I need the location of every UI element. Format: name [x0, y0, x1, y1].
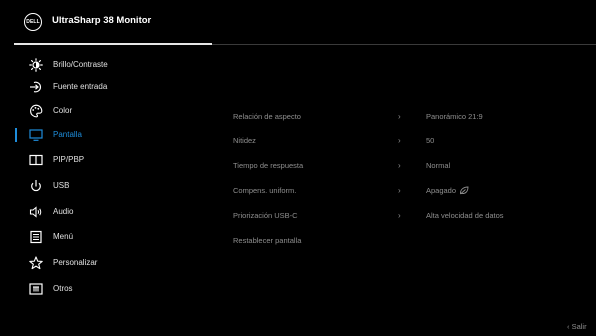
menu-item-label: USB [53, 181, 70, 190]
setting-relacion-aspecto[interactable]: Relación de aspecto › Panorámico 21:9 [220, 104, 596, 129]
setting-restablecer-pantalla[interactable]: Restablecer pantalla [220, 228, 596, 253]
menu-item-audio[interactable]: Audio [0, 199, 215, 224]
setting-value: Apagado [426, 186, 457, 195]
brightness-icon [28, 57, 44, 73]
setting-priorizacion-usb-c[interactable]: Priorización USB-C › Alta velocidad de d… [220, 203, 596, 228]
setting-name: Nitidez [233, 136, 256, 145]
menu-item-fuente-entrada[interactable]: Fuente entrada [0, 74, 215, 99]
header-divider-highlight [14, 43, 212, 45]
color-palette-icon [28, 103, 44, 119]
energy-leaf-icon [460, 186, 469, 195]
menu-item-label: Menú [53, 232, 74, 241]
dell-logo: DELL [24, 13, 42, 31]
exit-button[interactable]: ‹ Salir [567, 322, 587, 331]
chevron-right-icon: › [398, 186, 401, 195]
chevron-right-icon: › [398, 211, 401, 220]
setting-name: Restablecer pantalla [233, 236, 302, 245]
speaker-icon [28, 204, 44, 220]
setting-name: Compens. uniform. [233, 186, 297, 195]
usb-power-icon [28, 178, 44, 194]
chevron-right-icon: › [398, 136, 401, 145]
menu-item-label: Brillo/Contraste [53, 60, 108, 69]
setting-name: Priorización USB-C [233, 211, 298, 220]
menu-item-label: Pantalla [53, 130, 82, 139]
menu-item-pip-pbp[interactable]: PIP/PBP [0, 147, 215, 172]
setting-compens-uniform[interactable]: Compens. uniform. › Apagado [220, 178, 596, 203]
menu-item-pantalla[interactable]: Pantalla [0, 122, 215, 147]
active-indicator [15, 127, 17, 142]
star-icon [28, 255, 44, 271]
menu-item-otros[interactable]: Otros [0, 276, 215, 301]
input-source-icon [28, 79, 44, 95]
menu-item-usb[interactable]: USB [0, 173, 215, 198]
menu-item-label: Otros [53, 284, 73, 293]
osd-header: DELL UltraSharp 38 Monitor [0, 0, 596, 45]
menu-item-personalizar[interactable]: Personalizar [0, 250, 215, 275]
menu-item-color[interactable]: Color [0, 98, 215, 123]
header-divider [212, 43, 596, 45]
setting-value-group: Apagado [426, 186, 469, 195]
logo-text: DELL [26, 19, 40, 25]
chevron-right-icon: › [398, 161, 401, 170]
menu-item-label: Audio [53, 207, 74, 216]
setting-value: Panorámico 21:9 [426, 112, 483, 121]
setting-value: Normal [426, 161, 451, 170]
display-monitor-icon [28, 127, 44, 143]
menu-item-label: PIP/PBP [53, 155, 85, 164]
menu-list-icon [28, 229, 44, 245]
others-icon [28, 281, 44, 297]
monitor-title: UltraSharp 38 Monitor [52, 15, 152, 26]
setting-tiempo-respuesta[interactable]: Tiempo de respuesta › Normal [220, 153, 596, 178]
menu-item-menu[interactable]: Menú [0, 224, 215, 249]
pip-pbp-icon [28, 152, 44, 168]
menu-item-label: Color [53, 106, 73, 115]
menu-item-label: Fuente entrada [53, 82, 108, 91]
setting-name: Tiempo de respuesta [233, 161, 304, 170]
menu-item-label: Personalizar [53, 258, 98, 267]
setting-value: 50 [426, 136, 435, 145]
setting-value: Alta velocidad de datos [426, 211, 504, 220]
setting-name: Relación de aspecto [233, 112, 301, 121]
chevron-right-icon: › [398, 112, 401, 121]
setting-nitidez[interactable]: Nitidez › 50 [220, 128, 596, 153]
